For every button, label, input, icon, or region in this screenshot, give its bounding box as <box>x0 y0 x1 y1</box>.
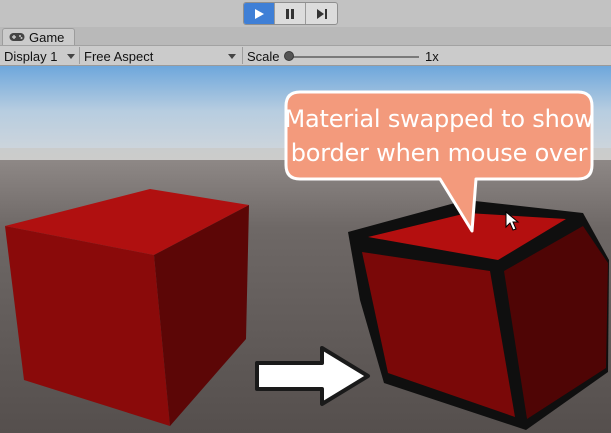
pause-button[interactable] <box>275 3 306 24</box>
scale-value: 1x <box>425 46 439 66</box>
display-dropdown-label: Display 1 <box>4 48 58 64</box>
tab-game-label: Game <box>29 29 65 45</box>
scale-value-text: 1x <box>425 48 439 64</box>
step-button[interactable] <box>306 3 337 24</box>
play-button-group <box>243 2 338 25</box>
scale-label: Scale <box>247 46 280 66</box>
toolbar-divider <box>242 47 243 64</box>
aspect-dropdown-label: Free Aspect <box>84 48 154 64</box>
play-controls-bar <box>0 0 611 28</box>
display-dropdown[interactable]: Display 1 <box>0 46 79 66</box>
gamepad-icon <box>9 33 25 41</box>
chevron-down-icon <box>67 54 75 59</box>
play-icon <box>255 8 264 19</box>
play-button[interactable] <box>244 3 275 24</box>
unity-editor-window: Game Display 1 Free Aspect Scale 1x Mate… <box>0 0 611 433</box>
scale-slider-track[interactable] <box>289 56 419 58</box>
aspect-dropdown[interactable]: Free Aspect <box>80 46 242 66</box>
game-view-toolbar: Display 1 Free Aspect Scale 1x <box>0 45 611 66</box>
scale-label-text: Scale <box>247 48 280 64</box>
callout-line-1: Material swapped to show <box>284 105 594 133</box>
pause-icon <box>286 8 294 19</box>
callout-line-2: border when mouse over <box>290 139 588 167</box>
chevron-down-icon <box>228 54 236 59</box>
step-icon <box>316 8 327 19</box>
scale-slider-thumb[interactable] <box>284 51 294 61</box>
tab-game[interactable]: Game <box>2 28 76 45</box>
callout-text: Material swapped to show border when mou… <box>282 102 596 170</box>
editor-tab-strip: Game <box>0 27 611 45</box>
